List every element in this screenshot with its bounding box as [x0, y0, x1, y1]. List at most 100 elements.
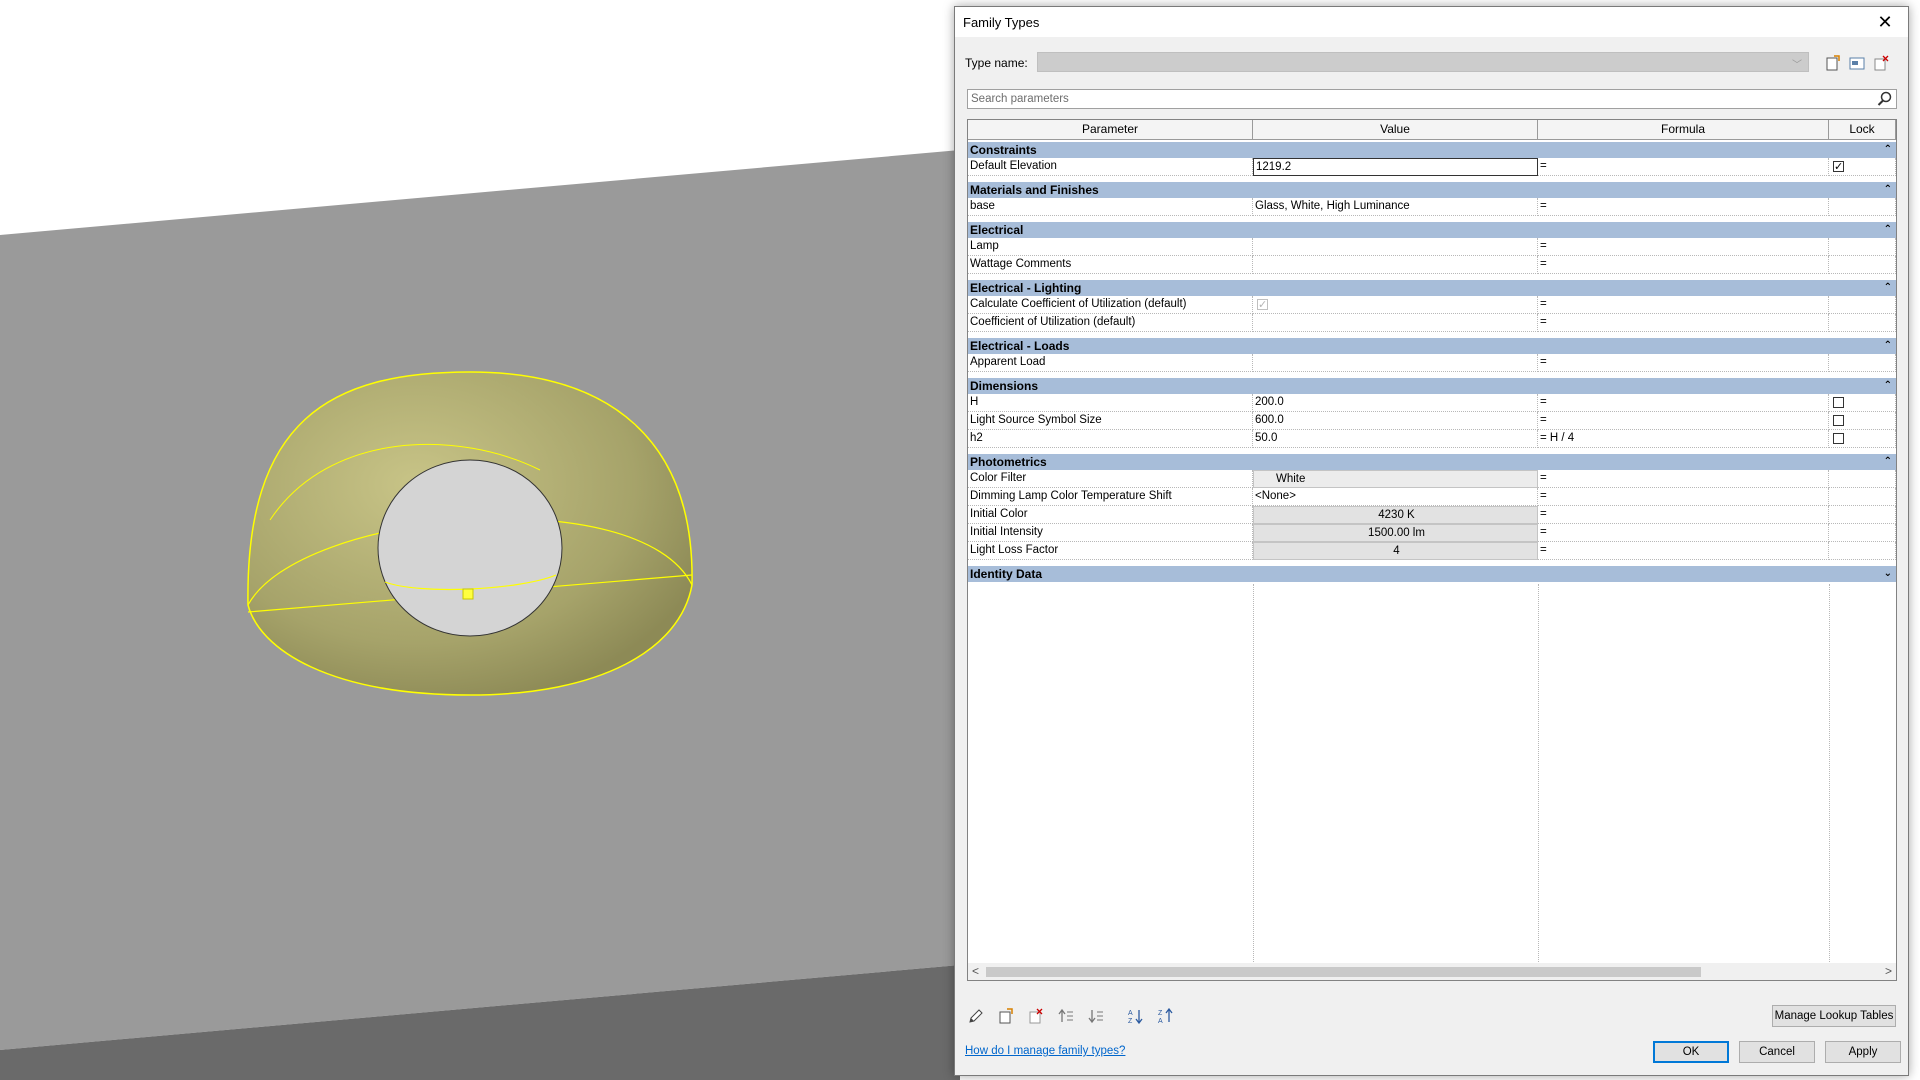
expand-icon[interactable]: ⌄: [1884, 566, 1892, 582]
collapse-icon[interactable]: ⌃: [1884, 454, 1892, 470]
param-value[interactable]: Glass, White, High Luminance: [1253, 198, 1538, 216]
collapse-icon[interactable]: ⌃: [1884, 222, 1892, 238]
move-down-icon[interactable]: [1085, 1005, 1107, 1027]
new-type-icon[interactable]: [1822, 52, 1844, 74]
collapse-icon[interactable]: ⌃: [1884, 338, 1892, 354]
delete-parameter-icon[interactable]: [1025, 1005, 1047, 1027]
param-row-calc-cu[interactable]: Calculate Coefficient of Utilization (de…: [968, 296, 1896, 314]
param-row-default-elevation[interactable]: Default Elevation 1219.2 =: [968, 158, 1896, 176]
param-row-color-filter[interactable]: Color Filter White =: [968, 470, 1896, 488]
param-formula[interactable]: =: [1538, 524, 1829, 542]
close-button[interactable]: ✕: [1862, 7, 1908, 37]
param-value-button[interactable]: 4: [1253, 542, 1538, 560]
param-formula[interactable]: =: [1538, 354, 1829, 372]
param-value-button[interactable]: 1500.00 lm: [1253, 524, 1538, 542]
lock-cell: [1829, 198, 1896, 216]
param-value-button[interactable]: White: [1253, 470, 1538, 488]
delete-type-icon[interactable]: [1870, 52, 1892, 74]
search-icon[interactable]: [1877, 91, 1893, 110]
new-parameter-icon[interactable]: [995, 1005, 1017, 1027]
param-name: Wattage Comments: [968, 256, 1253, 274]
calc-cu-checkbox[interactable]: [1257, 297, 1268, 313]
scroll-right-icon[interactable]: >: [1885, 964, 1892, 978]
param-row-base[interactable]: base Glass, White, High Luminance =: [968, 198, 1896, 216]
param-formula[interactable]: =: [1538, 158, 1829, 176]
param-row-light-source-symbol-size[interactable]: Light Source Symbol Size 600.0 =: [968, 412, 1896, 430]
edit-parameter-icon[interactable]: [965, 1005, 987, 1027]
lock-checkbox[interactable]: [1833, 397, 1844, 408]
param-formula[interactable]: =: [1538, 198, 1829, 216]
sort-descending-icon[interactable]: ZA: [1155, 1005, 1177, 1027]
collapse-icon[interactable]: ⌃: [1884, 280, 1892, 296]
param-value-button[interactable]: 4230 K: [1253, 506, 1538, 524]
column-header-parameter[interactable]: Parameter: [968, 120, 1253, 140]
collapse-icon[interactable]: ⌃: [1884, 142, 1892, 158]
group-identity-data[interactable]: Identity Data ⌄: [968, 566, 1896, 582]
insertion-point-grip[interactable]: [462, 588, 474, 600]
param-formula[interactable]: =: [1538, 314, 1829, 332]
param-row-initial-intensity[interactable]: Initial Intensity 1500.00 lm =: [968, 524, 1896, 542]
sort-ascending-icon[interactable]: AZ: [1125, 1005, 1147, 1027]
light-fixture-dome[interactable]: [247, 371, 693, 696]
param-value[interactable]: <None>: [1253, 488, 1538, 506]
param-formula[interactable]: =: [1538, 506, 1829, 524]
group-dimensions[interactable]: Dimensions ⌃: [968, 378, 1896, 394]
column-header-value[interactable]: Value: [1253, 120, 1538, 140]
group-electrical-loads[interactable]: Electrical - Loads ⌃: [968, 338, 1896, 354]
param-value[interactable]: [1253, 314, 1538, 332]
param-value[interactable]: [1253, 354, 1538, 372]
ok-button[interactable]: OK: [1653, 1041, 1729, 1063]
param-row-dimming[interactable]: Dimming Lamp Color Temperature Shift <No…: [968, 488, 1896, 506]
column-header-lock[interactable]: Lock: [1829, 120, 1896, 140]
param-value[interactable]: 50.0: [1253, 430, 1538, 448]
scrollbar-thumb[interactable]: [986, 967, 1701, 977]
lock-checkbox[interactable]: [1833, 415, 1844, 426]
lock-checkbox[interactable]: [1833, 433, 1844, 444]
collapse-icon[interactable]: ⌃: [1884, 378, 1892, 394]
svg-text:Z: Z: [1158, 1010, 1163, 1017]
lock-checkbox[interactable]: [1833, 159, 1844, 175]
type-name-dropdown[interactable]: ﹀: [1037, 52, 1809, 72]
apply-button[interactable]: Apply: [1825, 1041, 1901, 1063]
horizontal-scrollbar[interactable]: < >: [968, 963, 1896, 980]
param-value[interactable]: [1253, 296, 1538, 314]
param-formula[interactable]: =: [1538, 256, 1829, 274]
help-link[interactable]: How do I manage family types?: [965, 1045, 1125, 1057]
group-electrical[interactable]: Electrical ⌃: [968, 222, 1896, 238]
group-photometrics[interactable]: Photometrics ⌃: [968, 454, 1896, 470]
group-electrical-lighting[interactable]: Electrical - Lighting ⌃: [968, 280, 1896, 296]
param-row-apparent-load[interactable]: Apparent Load =: [968, 354, 1896, 372]
param-row-h[interactable]: H 200.0 =: [968, 394, 1896, 412]
param-value[interactable]: [1253, 238, 1538, 256]
search-parameters-field[interactable]: Search parameters: [967, 89, 1897, 109]
param-row-light-loss-factor[interactable]: Light Loss Factor 4 =: [968, 542, 1896, 560]
manage-lookup-tables-button[interactable]: Manage Lookup Tables: [1772, 1005, 1896, 1027]
param-formula[interactable]: = H / 4: [1538, 430, 1829, 448]
param-formula[interactable]: =: [1538, 412, 1829, 430]
param-row-initial-color[interactable]: Initial Color 4230 K =: [968, 506, 1896, 524]
param-formula[interactable]: =: [1538, 394, 1829, 412]
chevron-down-icon: ﹀: [1792, 60, 1802, 71]
move-up-icon[interactable]: [1055, 1005, 1077, 1027]
cancel-button[interactable]: Cancel: [1739, 1041, 1815, 1063]
scroll-left-icon[interactable]: <: [972, 964, 979, 978]
param-value-input[interactable]: 1219.2: [1253, 158, 1538, 176]
param-value[interactable]: 600.0: [1253, 412, 1538, 430]
param-value[interactable]: [1253, 256, 1538, 274]
param-formula[interactable]: =: [1538, 488, 1829, 506]
param-formula[interactable]: =: [1538, 238, 1829, 256]
param-formula[interactable]: =: [1538, 542, 1829, 560]
param-formula[interactable]: =: [1538, 470, 1829, 488]
group-constraints[interactable]: Constraints ⌃: [968, 142, 1896, 158]
param-row-lamp[interactable]: Lamp =: [968, 238, 1896, 256]
param-value[interactable]: 200.0: [1253, 394, 1538, 412]
param-row-h2[interactable]: h2 50.0 = H / 4: [968, 430, 1896, 448]
collapse-icon[interactable]: ⌃: [1884, 182, 1892, 198]
group-materials[interactable]: Materials and Finishes ⌃: [968, 182, 1896, 198]
param-formula[interactable]: =: [1538, 296, 1829, 314]
rename-type-icon[interactable]: [1846, 52, 1868, 74]
param-name: Apparent Load: [968, 354, 1253, 372]
param-row-wattage-comments[interactable]: Wattage Comments =: [968, 256, 1896, 274]
column-header-formula[interactable]: Formula: [1538, 120, 1829, 140]
param-row-cu[interactable]: Coefficient of Utilization (default) =: [968, 314, 1896, 332]
